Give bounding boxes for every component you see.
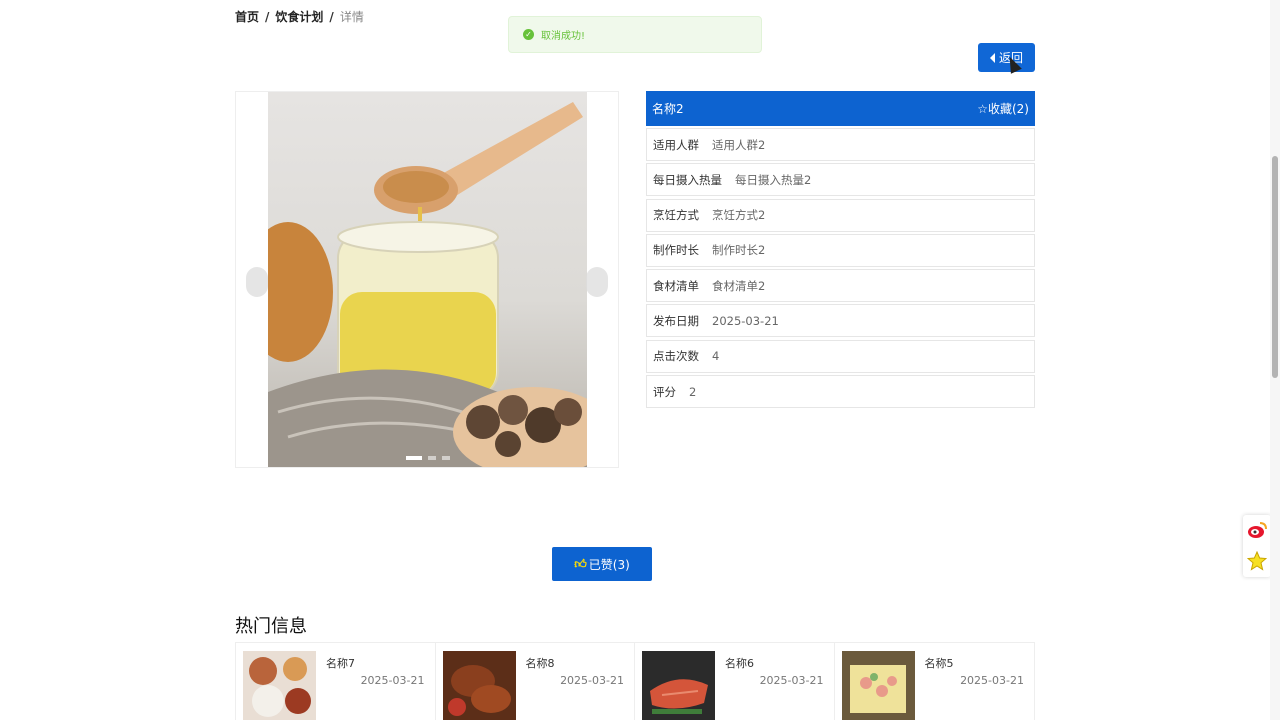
hot-item-date: 2025-03-21 (560, 674, 624, 687)
detail-row: 发布日期 2025-03-21 (646, 304, 1035, 338)
hot-item-thumbnail (642, 651, 715, 720)
detail-rows: 适用人群 适用人群2 每日摄入热量 每日摄入热量2 烹饪方式 烹饪方式2 制作时长 制作… (646, 128, 1035, 409)
carousel-indicator[interactable] (406, 456, 422, 460)
hot-item-date: 2025-03-21 (360, 674, 425, 687)
row-key: 点击次数 (653, 349, 699, 364)
row-key: 每日摄入热量 (653, 172, 722, 187)
row-value: 制作时长2 (712, 243, 766, 258)
hot-item[interactable]: 名称6 2025-03-21 (635, 643, 835, 720)
breadcrumb-separator: / (265, 9, 270, 24)
row-value: 适用人群2 (712, 137, 766, 152)
row-key: 发布日期 (653, 313, 699, 328)
hot-item-name: 名称5 (924, 657, 954, 670)
like-button-label: 已赞(3) (588, 557, 630, 572)
row-key: 适用人群 (653, 137, 699, 152)
detail-row: 适用人群 适用人群2 (646, 128, 1035, 161)
hot-item-thumbnail (442, 651, 516, 720)
row-value: 2 (689, 384, 697, 399)
hot-list: 名称7 2025-03-21 名称8 2025-03-21 名称6 2025-0… (235, 642, 1035, 720)
carousel-next-button[interactable] (586, 267, 608, 297)
hot-item[interactable]: 名称8 2025-03-21 (436, 643, 635, 720)
detail-row: 食材清单 食材清单2 (646, 269, 1035, 303)
hot-item-name: 名称6 (725, 657, 754, 670)
row-key: 评分 (653, 384, 676, 399)
row-value: 烹饪方式2 (712, 208, 766, 223)
star-favorite-icon[interactable] (1247, 551, 1267, 571)
carousel-image (268, 92, 587, 467)
page-scrollbar-thumb[interactable] (1272, 156, 1278, 378)
hot-item-thumbnail (841, 651, 915, 720)
detail-row: 每日摄入热量 每日摄入热量2 (646, 163, 1035, 197)
row-value: 每日摄入热量2 (735, 172, 812, 187)
hot-section-title: 热门信息 (235, 616, 307, 637)
hot-item-name: 名称8 (525, 657, 555, 670)
favorite-button[interactable]: ☆收藏(2) (977, 100, 1029, 117)
row-value: 4 (712, 349, 720, 364)
honey-jar-photo (268, 102, 587, 467)
share-toolbar (1243, 515, 1271, 577)
row-value: 食材清单2 (712, 278, 766, 293)
weibo-icon[interactable] (1247, 521, 1267, 539)
image-carousel (235, 91, 619, 468)
detail-row: 制作时长 制作时长2 (646, 233, 1035, 267)
detail-panel: 名称2 ☆收藏(2) 适用人群 适用人群2 每日摄入热量 每日摄入热量2 烹饪方式烹… (646, 91, 1035, 410)
carousel-prev-button[interactable] (246, 267, 268, 297)
item-title: 名称2 (652, 102, 684, 116)
detail-row: 烹饪方式 烹饪方式2 (646, 198, 1035, 232)
breadcrumb-separator: / (329, 9, 334, 24)
caret-left-icon (989, 52, 995, 63)
row-key: 制作时长 (653, 243, 699, 258)
hot-item-name: 名称7 (326, 657, 355, 670)
check-circle-icon: ✓ (523, 29, 534, 40)
toast-message: 取消成功! (541, 31, 586, 42)
row-value: 2025-03-21 (712, 313, 779, 328)
success-toast: ✓ 取消成功! (508, 16, 762, 53)
breadcrumb: 首页 / 饮食计划 / 详情 (235, 8, 364, 25)
breadcrumb-current: 详情 (339, 10, 364, 24)
breadcrumb-section[interactable]: 饮食计划 (275, 8, 323, 25)
like-button[interactable]: 👍︎ 已赞(3) (552, 547, 652, 581)
breadcrumb-home[interactable]: 首页 (235, 8, 259, 25)
hot-item[interactable]: 名称7 2025-03-21 (236, 643, 436, 720)
detail-row: 点击次数 4 (646, 339, 1035, 373)
detail-header: 名称2 ☆收藏(2) (646, 91, 1035, 126)
carousel-indicator[interactable] (442, 456, 450, 460)
thumb-icon: 👍︎ (574, 556, 587, 571)
carousel-indicator[interactable] (428, 456, 436, 460)
carousel-indicators (406, 456, 450, 460)
row-key: 食材清单 (653, 278, 699, 293)
row-key: 烹饪方式 (653, 208, 699, 223)
hot-item[interactable]: 名称5 2025-03-21 (835, 643, 1035, 720)
hot-item-date: 2025-03-21 (960, 674, 1024, 687)
hot-item-thumbnail (243, 651, 316, 720)
detail-row: 评分 2 (646, 375, 1035, 409)
hot-item-date: 2025-03-21 (759, 674, 824, 687)
